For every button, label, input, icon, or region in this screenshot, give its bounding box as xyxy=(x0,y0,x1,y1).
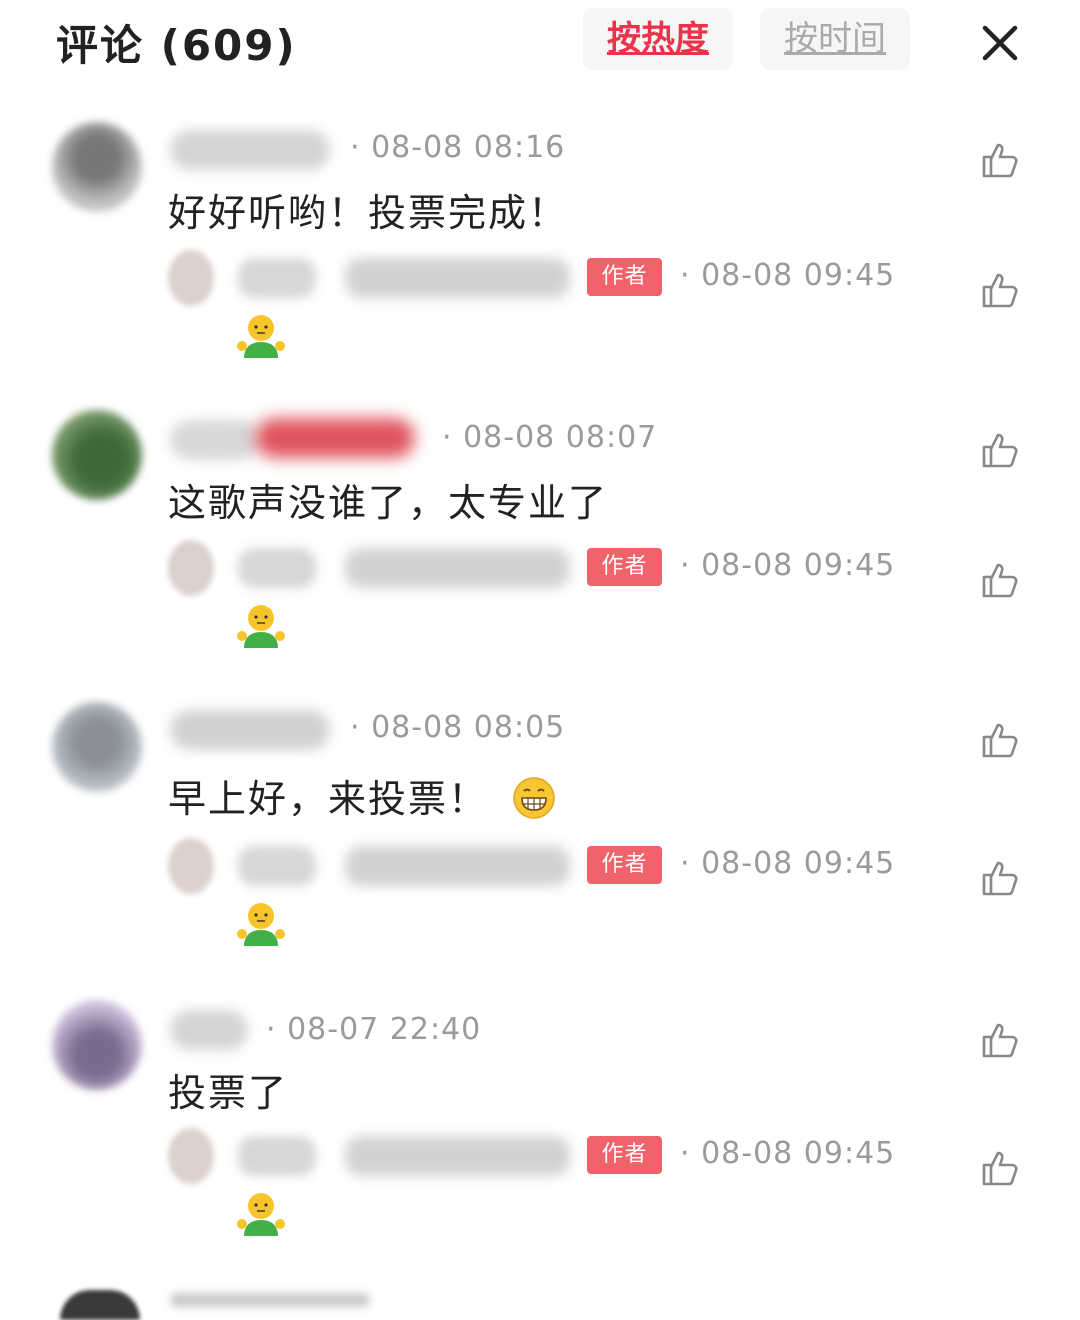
comments-title: 评论 (609) xyxy=(56,21,297,70)
comment-item: · 08-08 08:07 这歌声没谁了，太专业了 作者 · 08-08 09:… xyxy=(0,400,1080,690)
comment-text[interactable]: 投票了 xyxy=(168,1062,288,1117)
avatar[interactable] xyxy=(52,702,142,792)
person-shrug-emoji xyxy=(234,900,288,948)
reply-username[interactable] xyxy=(238,258,316,298)
comment-timestamp: · 08-07 22:40 xyxy=(266,1012,482,1047)
reply-username[interactable] xyxy=(238,1136,316,1176)
author-badge: 作者 xyxy=(587,548,662,586)
comment-item: · 08-08 08:16 好好听哟！投票完成！ 作者 · 08-08 09:4… xyxy=(0,110,1080,400)
reply-timestamp: · 08-08 09:45 xyxy=(680,1136,896,1171)
username[interactable] xyxy=(170,1010,248,1050)
person-shrug-emoji xyxy=(234,312,288,360)
author-badge: 作者 xyxy=(587,258,662,296)
reply-username-suffix xyxy=(345,1136,570,1176)
reply-timestamp: · 08-08 09:45 xyxy=(680,258,896,293)
username[interactable] xyxy=(170,420,260,460)
avatar[interactable] xyxy=(52,410,142,500)
comments-header: 评论 (609) 按热度 按时间 xyxy=(0,0,1080,90)
comment-text[interactable]: 这歌声没谁了，太专业了 xyxy=(168,472,608,527)
avatar[interactable] xyxy=(52,122,142,212)
reply-avatar[interactable] xyxy=(168,250,214,306)
comment-text-content: 早上好，来投票！ xyxy=(168,777,489,821)
like-icon[interactable] xyxy=(980,720,1020,760)
avatar[interactable] xyxy=(52,1000,142,1090)
author-badge: 作者 xyxy=(587,846,662,884)
reply-username[interactable] xyxy=(238,548,316,588)
reply-timestamp: · 08-08 09:45 xyxy=(680,548,896,583)
like-icon[interactable] xyxy=(980,1148,1020,1188)
comment-item: · 08-07 22:40 投票了 作者 · 08-08 09:45 xyxy=(0,990,1080,1280)
grin-emoji xyxy=(513,776,555,819)
like-icon[interactable] xyxy=(980,1020,1020,1060)
like-icon[interactable] xyxy=(980,858,1020,898)
reply-username-suffix xyxy=(345,846,570,886)
reply-username-suffix xyxy=(345,258,570,298)
username[interactable] xyxy=(170,1293,370,1307)
reply-avatar[interactable] xyxy=(168,540,214,596)
reply-avatar[interactable] xyxy=(168,838,214,894)
reply-username-suffix xyxy=(345,548,570,588)
like-icon[interactable] xyxy=(980,140,1020,180)
person-shrug-emoji xyxy=(234,1190,288,1238)
like-icon[interactable] xyxy=(980,560,1020,600)
sort-by-popularity-tab[interactable]: 按热度 xyxy=(583,8,733,70)
comment-timestamp: · 08-08 08:07 xyxy=(442,420,658,455)
like-icon[interactable] xyxy=(980,430,1020,470)
reply-timestamp: · 08-08 09:45 xyxy=(680,846,896,881)
username[interactable] xyxy=(170,710,330,750)
reply-username[interactable] xyxy=(238,846,316,886)
comment-text[interactable]: 早上好，来投票！ xyxy=(168,768,556,824)
close-button[interactable] xyxy=(975,18,1025,68)
person-shrug-emoji xyxy=(234,602,288,650)
comment-timestamp: · 08-08 08:05 xyxy=(350,710,566,745)
sort-by-time-tab[interactable]: 按时间 xyxy=(760,8,910,70)
reply-avatar[interactable] xyxy=(168,1128,214,1184)
comment-timestamp: · 08-08 08:16 xyxy=(350,130,566,165)
comment-text[interactable]: 好好听哟！投票完成！ xyxy=(168,182,568,237)
author-badge: 作者 xyxy=(587,1136,662,1174)
avatar[interactable] xyxy=(60,1290,140,1320)
close-icon xyxy=(982,25,1018,61)
username[interactable] xyxy=(170,130,330,170)
like-icon[interactable] xyxy=(980,270,1020,310)
comment-item: · 08-08 08:05 早上好，来投票！ 作者 · 08-08 09:45 xyxy=(0,690,1080,980)
username-decoration xyxy=(255,418,415,458)
